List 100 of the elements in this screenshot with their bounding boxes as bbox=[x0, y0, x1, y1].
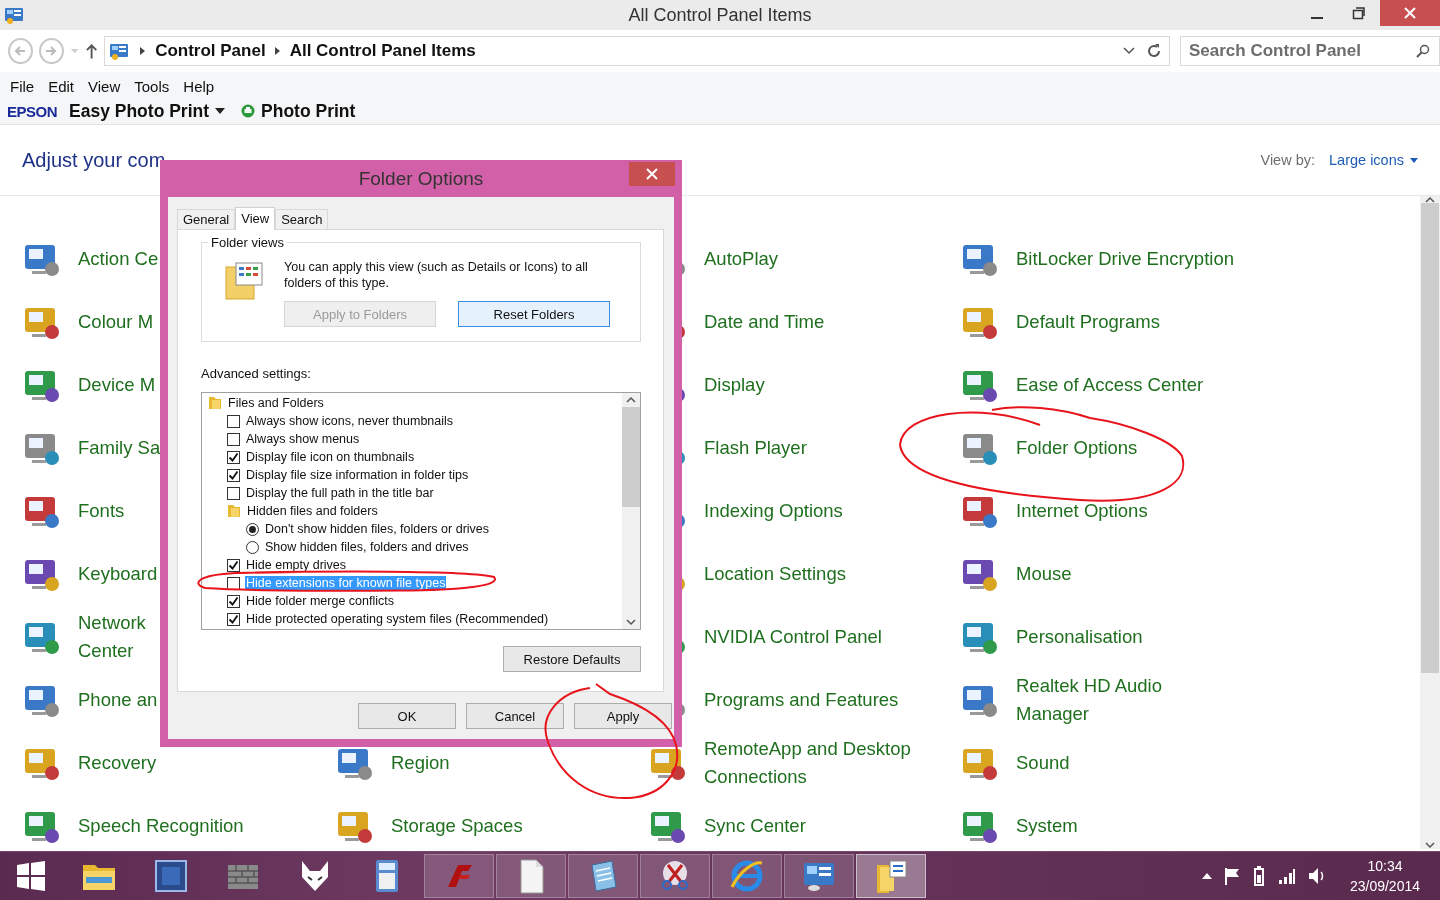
setting-label[interactable]: Hide folder merge conflicts bbox=[245, 594, 395, 608]
search-icon[interactable] bbox=[1416, 44, 1430, 58]
restore-defaults-button[interactable]: Restore Defaults bbox=[503, 646, 641, 672]
scroll-down-icon[interactable] bbox=[626, 618, 636, 626]
applet-link[interactable]: Device M bbox=[78, 370, 156, 399]
applet-link[interactable]: Mouse bbox=[1016, 559, 1072, 588]
view-by-dropdown[interactable]: Large icons bbox=[1329, 152, 1418, 168]
applet-link[interactable]: RemoteApp and Desktop Connections bbox=[704, 734, 911, 791]
applet-link[interactable]: Fonts bbox=[78, 496, 125, 525]
setting-label[interactable]: Always show menus bbox=[245, 432, 361, 446]
setting-label[interactable]: Files and Folders bbox=[227, 396, 325, 410]
applet-link[interactable]: Action Ce bbox=[78, 244, 159, 273]
checkbox[interactable] bbox=[227, 414, 240, 428]
applet-link[interactable]: Programs and Features bbox=[704, 685, 899, 714]
radio-button[interactable] bbox=[246, 522, 259, 536]
checkbox[interactable] bbox=[227, 468, 240, 482]
applet-link[interactable]: Indexing Options bbox=[704, 496, 843, 525]
applet-link[interactable]: Colour M bbox=[78, 307, 154, 336]
toolbar-button[interactable]: Photo Print bbox=[237, 100, 360, 122]
clock-time[interactable]: 10:34 bbox=[1367, 856, 1403, 876]
dropdown-button[interactable]: Easy Photo Print bbox=[65, 100, 230, 122]
caret-icon[interactable] bbox=[215, 108, 226, 114]
applet-link[interactable]: Flash Player bbox=[704, 433, 807, 462]
applet-link[interactable]: Realtek HD Audio Manager bbox=[1016, 671, 1163, 728]
checkbox[interactable] bbox=[227, 594, 240, 608]
battery-icon[interactable] bbox=[1251, 866, 1266, 886]
applet-link[interactable]: Phone an bbox=[78, 685, 158, 714]
chevron-icon[interactable] bbox=[273, 46, 282, 56]
setting-label[interactable]: Show hidden files, folders and drives bbox=[264, 540, 470, 554]
show-hidden-icons-icon[interactable] bbox=[1201, 873, 1212, 879]
setting-label[interactable]: Display the full path in the title bar bbox=[245, 486, 435, 500]
applet-link[interactable]: Network Center bbox=[78, 608, 146, 665]
windows-logo-icon[interactable] bbox=[16, 861, 46, 891]
setting-label[interactable]: Always show icons, never thumbnails bbox=[245, 414, 455, 428]
caret-icon[interactable] bbox=[1410, 157, 1418, 163]
applet-link[interactable]: Ease of Access Center bbox=[1016, 370, 1204, 399]
tab[interactable]: View bbox=[235, 207, 276, 230]
applet-link[interactable]: Recovery bbox=[78, 748, 157, 777]
applet-link[interactable]: Internet Options bbox=[1016, 496, 1148, 525]
applet-link[interactable]: BitLocker Drive Encryption bbox=[1016, 244, 1234, 273]
dialog-button[interactable]: Apply bbox=[574, 703, 672, 729]
applet-link[interactable]: Location Settings bbox=[704, 559, 846, 588]
taskbar-app[interactable] bbox=[784, 854, 854, 898]
checkbox[interactable] bbox=[227, 486, 240, 500]
address-bar[interactable]: Control Panel All Control Panel Items bbox=[104, 36, 1170, 66]
signal-icon[interactable] bbox=[1277, 868, 1296, 884]
dropdown-icon[interactable] bbox=[1123, 47, 1135, 55]
setting-label[interactable]: Hide protected operating system files (Recommended) bbox=[245, 612, 550, 626]
applet-link[interactable]: Display bbox=[704, 370, 765, 399]
applet-link[interactable]: Sync Center bbox=[704, 811, 806, 840]
dialog-button[interactable]: OK bbox=[358, 703, 456, 729]
checkbox[interactable] bbox=[227, 612, 240, 626]
menu-item[interactable]: File bbox=[4, 78, 43, 98]
scroll-thumb[interactable] bbox=[622, 407, 640, 507]
dialog-button[interactable]: Cancel bbox=[466, 703, 564, 729]
folder-view-button[interactable]: Reset Folders bbox=[458, 301, 610, 327]
applet-link[interactable]: Keyboard bbox=[78, 559, 158, 588]
refresh-icon[interactable] bbox=[1145, 42, 1163, 60]
applet-link[interactable]: Speech Recognition bbox=[78, 811, 244, 840]
checkbox[interactable] bbox=[227, 450, 240, 464]
applet-link[interactable]: NVIDIA Control Panel bbox=[704, 622, 882, 651]
applet-link[interactable]: Family Sa bbox=[78, 433, 161, 462]
applet-link[interactable]: Sound bbox=[1016, 748, 1070, 777]
search-field[interactable]: Search Control Panel bbox=[1180, 36, 1440, 66]
radio-button[interactable] bbox=[246, 540, 259, 554]
menu-item[interactable]: Edit bbox=[42, 78, 83, 98]
applet-link[interactable]: Storage Spaces bbox=[391, 811, 523, 840]
menu-item[interactable]: Help bbox=[177, 78, 223, 98]
scroll-up-icon[interactable] bbox=[1425, 196, 1435, 204]
scrollbar[interactable] bbox=[1420, 196, 1440, 849]
flag-icon[interactable] bbox=[1223, 867, 1240, 885]
scroll-down-icon[interactable] bbox=[1425, 841, 1435, 849]
close-button[interactable] bbox=[1380, 0, 1440, 26]
applet-link[interactable]: Default Programs bbox=[1016, 307, 1160, 336]
applet-link[interactable]: AutoPlay bbox=[704, 244, 779, 273]
up-arrow-icon[interactable] bbox=[84, 42, 99, 60]
scrollbar[interactable] bbox=[622, 393, 640, 629]
applet-link[interactable]: System bbox=[1016, 811, 1078, 840]
settings-list[interactable] bbox=[201, 392, 641, 630]
taskbar-app[interactable] bbox=[496, 854, 566, 898]
restore-icon[interactable] bbox=[1352, 6, 1366, 20]
applet-link[interactable]: Region bbox=[391, 748, 450, 777]
setting-label[interactable]: Display file size information in folder tips bbox=[245, 468, 470, 482]
checkbox[interactable] bbox=[227, 432, 240, 446]
setting-label[interactable]: Don't show hidden files, folders or drives bbox=[264, 522, 491, 536]
taskbar-app[interactable] bbox=[568, 854, 638, 898]
close-icon[interactable] bbox=[1403, 6, 1417, 20]
applet-link[interactable]: Date and Time bbox=[704, 307, 825, 336]
close-icon[interactable] bbox=[646, 168, 658, 180]
tab[interactable]: Search bbox=[275, 209, 329, 229]
scroll-up-icon[interactable] bbox=[626, 396, 636, 404]
tab[interactable]: General bbox=[177, 209, 236, 229]
menu-item[interactable]: View bbox=[82, 78, 129, 98]
taskbar-app[interactable] bbox=[640, 854, 710, 898]
setting-label[interactable]: Hide empty drives bbox=[245, 558, 348, 572]
applet-link[interactable]: Folder Options bbox=[1016, 433, 1138, 462]
breadcrumb[interactable]: Control Panel bbox=[155, 41, 266, 61]
applet-link[interactable]: Personalisation bbox=[1016, 622, 1143, 651]
clock-date[interactable]: 23/09/2014 bbox=[1349, 876, 1420, 896]
breadcrumb[interactable]: All Control Panel Items bbox=[289, 41, 476, 61]
